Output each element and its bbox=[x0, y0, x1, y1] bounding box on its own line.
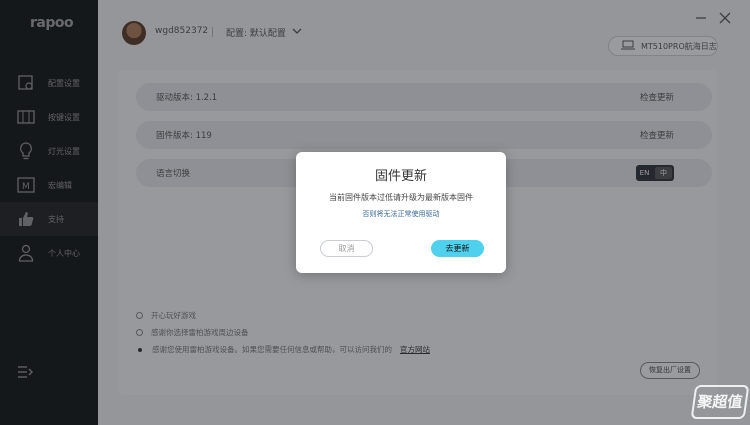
watermark-logo: 聚超值 bbox=[690, 385, 750, 419]
update-button[interactable]: 去更新 bbox=[431, 240, 484, 257]
dialog-sub-message: 否则将无法正常使用驱动 bbox=[362, 210, 440, 218]
firmware-update-dialog: 固件更新 当前固件版本过低请升级为最新版本固件 否则将无法正常使用驱动 取消 去… bbox=[296, 152, 506, 273]
cancel-button[interactable]: 取消 bbox=[320, 240, 373, 257]
dialog-title: 固件更新 bbox=[374, 169, 427, 184]
dialog-message: 当前固件版本过低请升级为最新版本固件 bbox=[329, 193, 473, 202]
